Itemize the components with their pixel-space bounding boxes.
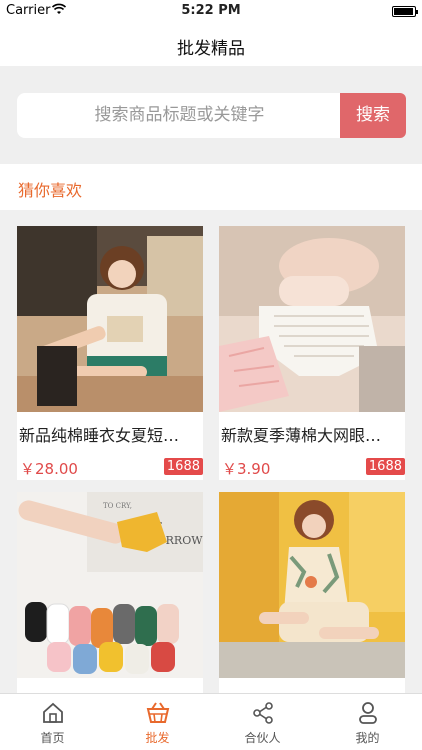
source-badge: 1688 [163, 458, 203, 475]
page-title: 批发精品 [177, 39, 245, 59]
product-image[interactable]: TO CRY, BUT TOMORROW [17, 492, 203, 678]
section-header: 猜你喜欢 [0, 164, 422, 210]
product-name[interactable]: 新品纯棉睡衣女夏短… [19, 422, 201, 446]
product-card[interactable]: TO CRY, BUT TOMORROW [17, 492, 203, 693]
product-card[interactable]: 新品纯棉睡衣女夏短… ￥28.00 1688 [17, 226, 203, 480]
product-image[interactable] [219, 492, 405, 678]
search-input[interactable]: 搜索商品标题或关键字 [17, 93, 342, 138]
svg-text:TO CRY,: TO CRY, [103, 502, 132, 510]
tab-label: 批发 [145, 731, 170, 745]
tab-label: 首页 [40, 731, 65, 745]
share-icon [253, 702, 273, 724]
product-image[interactable] [219, 226, 405, 412]
search-button[interactable]: 搜索 [340, 93, 406, 138]
home-icon [43, 702, 63, 723]
tab-bar: 首页 批发 合伙人 我的 [0, 693, 422, 750]
tab-label: 我的 [355, 731, 380, 745]
user-icon [359, 702, 377, 724]
battery-icon [392, 6, 418, 17]
tab-home[interactable]: 首页 [0, 694, 105, 750]
product-card[interactable] [219, 492, 405, 693]
basket-icon [146, 702, 170, 723]
product-image[interactable] [17, 226, 203, 412]
product-price: ￥28.00 [20, 460, 78, 478]
source-badge: 1688 [365, 458, 405, 475]
tab-mine[interactable]: 我的 [315, 694, 420, 750]
product-card[interactable]: 新款夏季薄棉大网眼… ￥3.90 1688 [219, 226, 405, 480]
nav-bar: 批发精品 [0, 22, 422, 66]
product-price: ￥3.90 [222, 460, 271, 478]
tab-wholesale[interactable]: 批发 [105, 694, 210, 750]
product-name[interactable]: 新款夏季薄棉大网眼… [221, 422, 403, 446]
clock: 5:22 PM [181, 3, 241, 18]
section-title: 猜你喜欢 [18, 181, 83, 200]
tab-partner[interactable]: 合伙人 [210, 694, 315, 750]
product-grid: 新品纯棉睡衣女夏短… ￥28.00 1688 新款夏季薄棉大网眼… ￥3.90 … [0, 210, 422, 693]
search-area: 搜索商品标题或关键字 搜索 [0, 66, 422, 164]
status-bar: Carrier 5:22 PM [0, 0, 422, 22]
tab-label: 合伙人 [244, 731, 281, 745]
